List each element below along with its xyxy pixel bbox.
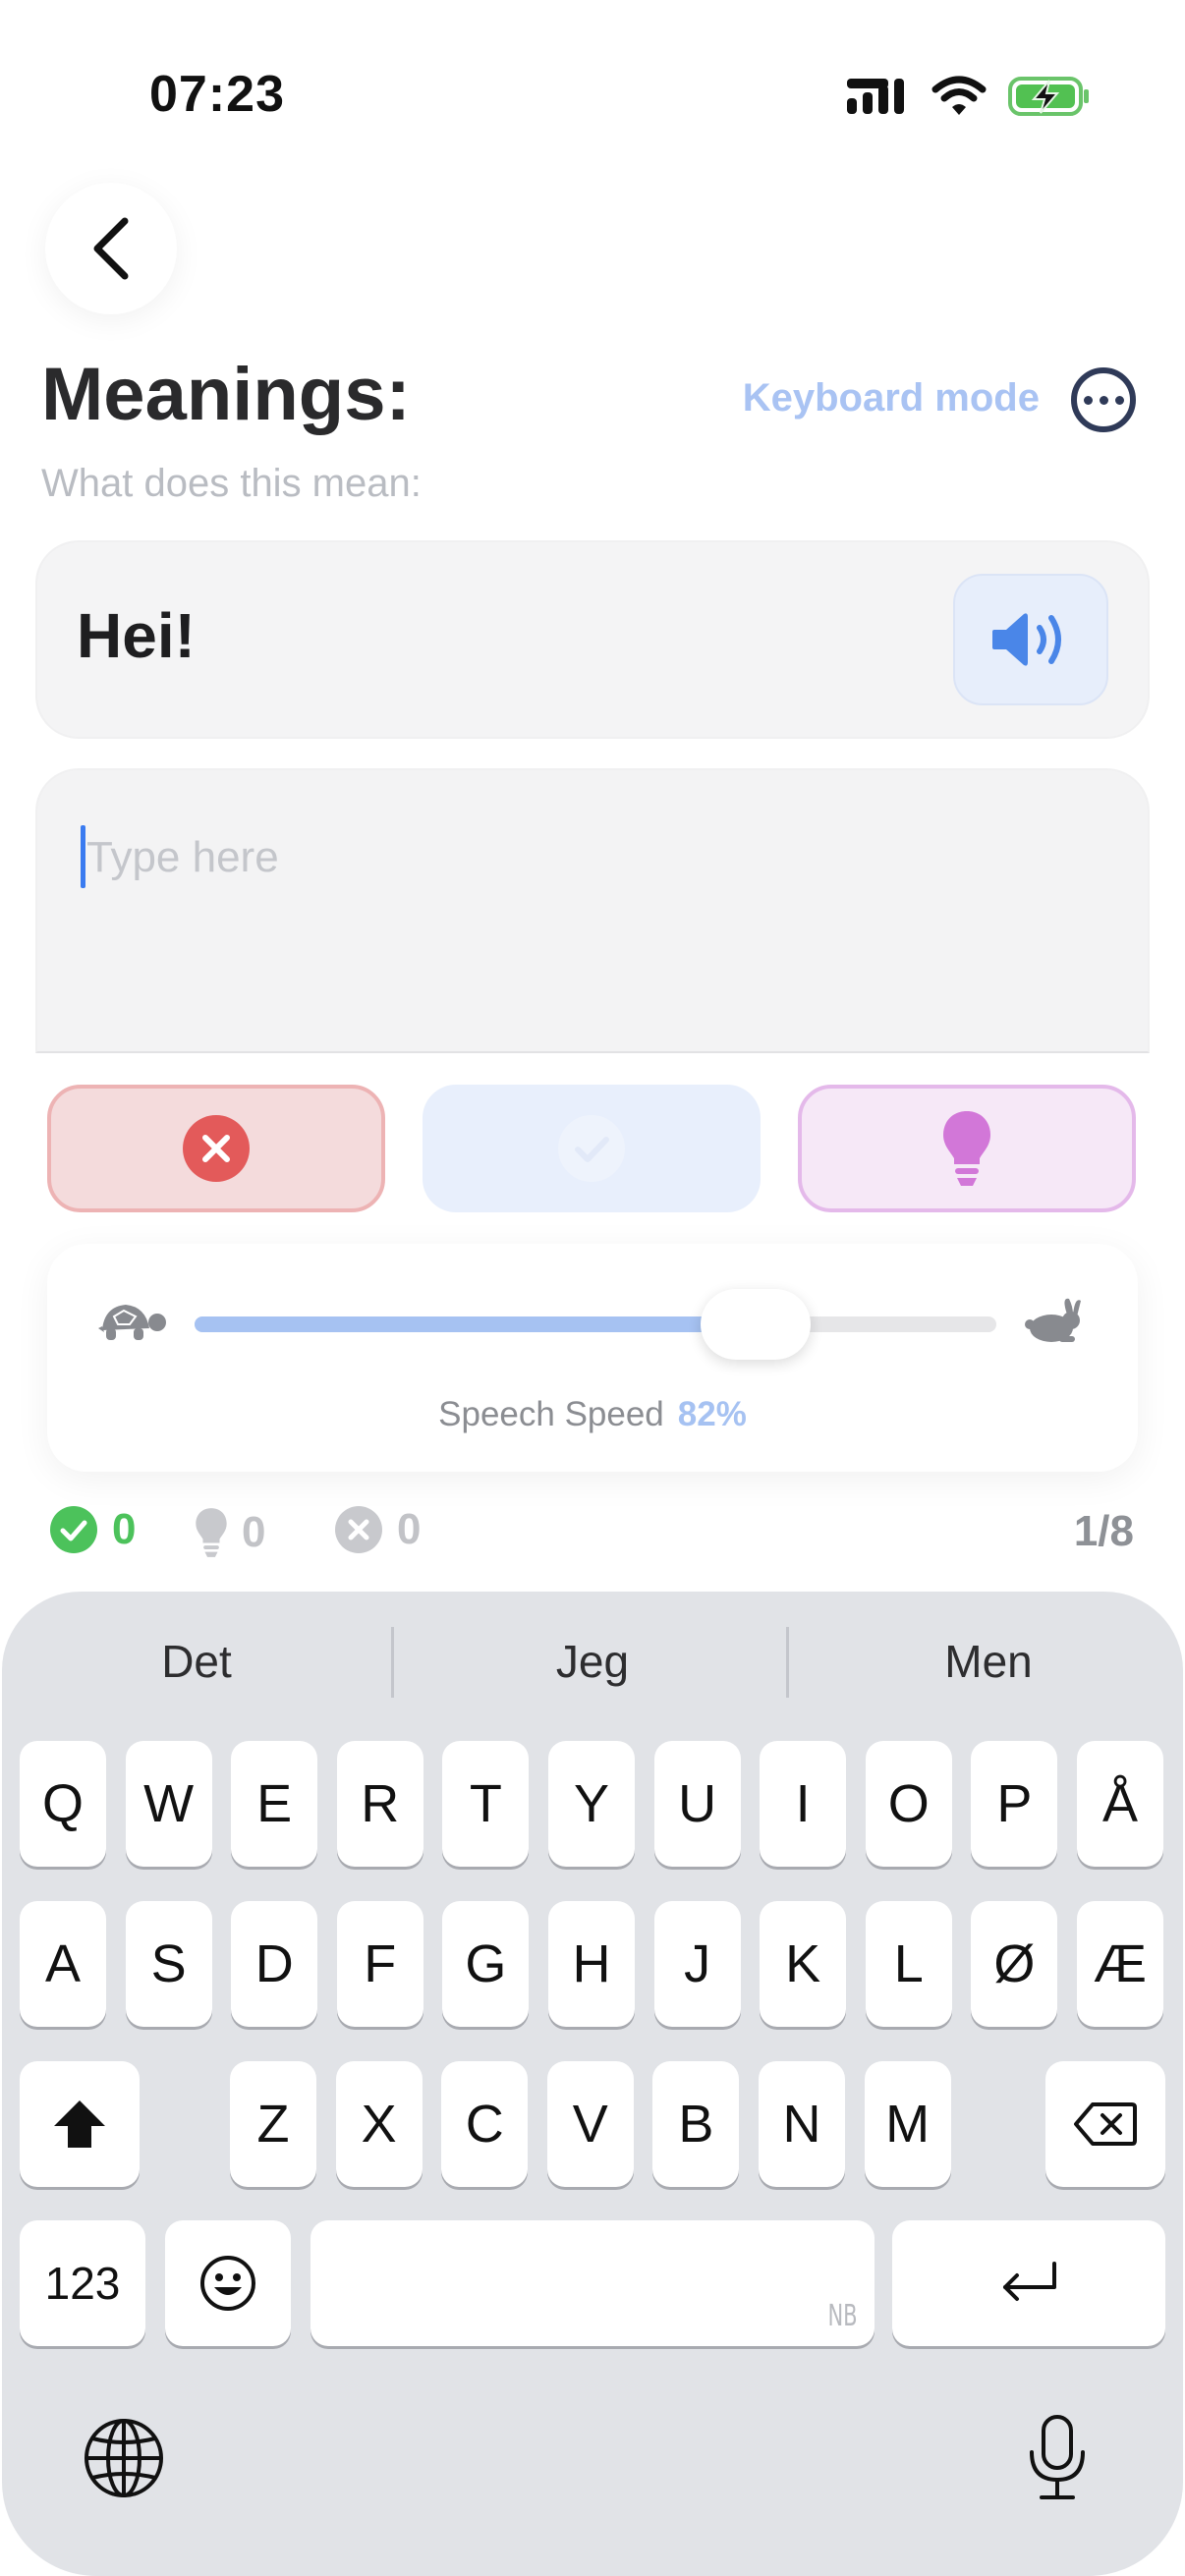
more-dot-icon xyxy=(1099,395,1108,405)
key-z[interactable]: Z xyxy=(230,2061,316,2187)
emoji-key[interactable] xyxy=(165,2220,291,2346)
wrong-count: 0 xyxy=(397,1505,422,1553)
more-dot-icon xyxy=(1114,395,1124,405)
speaker-icon xyxy=(992,613,1061,666)
key-w[interactable]: W xyxy=(125,1741,212,1867)
speech-speed-text: Speech Speed xyxy=(438,1395,664,1433)
key-b[interactable]: B xyxy=(652,2061,740,2187)
key-l[interactable]: L xyxy=(865,1901,952,2027)
answer-input[interactable] xyxy=(86,823,1108,892)
status-time: 07:23 xyxy=(149,66,285,123)
key-e[interactable]: E xyxy=(231,1741,318,1867)
x-circle-icon xyxy=(183,1115,250,1182)
chevron-left-icon xyxy=(93,217,129,280)
speech-speed-thumb[interactable] xyxy=(701,1289,812,1360)
check-circle-icon xyxy=(50,1506,97,1553)
speech-speed-percent: 82% xyxy=(677,1395,747,1433)
key-i[interactable]: I xyxy=(760,1741,847,1867)
microphone-icon[interactable] xyxy=(1026,2413,1089,2501)
emoji-icon xyxy=(200,2256,255,2311)
globe-icon[interactable] xyxy=(83,2417,165,2499)
backspace-key[interactable] xyxy=(1045,2061,1165,2187)
lightbulb-icon xyxy=(196,1508,227,1557)
correct-stat: 0 xyxy=(49,1505,136,1554)
more-options-button[interactable] xyxy=(1071,367,1136,432)
key-y[interactable]: Y xyxy=(548,1741,635,1867)
x-circle-icon xyxy=(335,1506,382,1553)
key-c[interactable]: C xyxy=(441,2061,529,2187)
wrong-stat: 0 xyxy=(334,1505,421,1554)
hint-button[interactable] xyxy=(798,1085,1136,1212)
suggestion-1[interactable]: Det xyxy=(0,1635,393,1688)
correct-count: 0 xyxy=(112,1505,137,1553)
key-f[interactable]: F xyxy=(336,1901,423,2027)
key-h[interactable]: H xyxy=(548,1901,635,2027)
key-ø[interactable]: Ø xyxy=(971,1901,1058,2027)
key-x[interactable]: X xyxy=(335,2061,423,2187)
space-key[interactable] xyxy=(310,2220,875,2346)
text-caret xyxy=(81,825,85,888)
backspace-icon xyxy=(1074,2102,1137,2146)
key-t[interactable]: T xyxy=(442,1741,530,1867)
space-language-label: NB xyxy=(827,2299,858,2333)
key-æ[interactable]: Æ xyxy=(1077,1901,1163,2027)
numbers-key[interactable]: 123 xyxy=(20,2220,145,2346)
give-up-button[interactable] xyxy=(47,1085,385,1212)
key-å[interactable]: Å xyxy=(1077,1741,1163,1867)
return-key[interactable] xyxy=(892,2220,1165,2346)
key-k[interactable]: K xyxy=(760,1901,847,2027)
key-q[interactable]: Q xyxy=(20,1741,106,1867)
prompt-word: Hei! xyxy=(77,600,196,671)
key-p[interactable]: P xyxy=(971,1741,1058,1867)
suggestion-2[interactable]: Jeg xyxy=(396,1635,789,1688)
page-title: Meanings: xyxy=(41,353,411,436)
speech-speed-label: Speech Speed 82% xyxy=(0,1395,1185,1434)
page-subtitle: What does this mean: xyxy=(41,462,422,505)
check-circle-icon xyxy=(558,1115,625,1182)
check-answer-button[interactable] xyxy=(423,1085,761,1212)
return-icon xyxy=(1003,2262,1056,2301)
key-r[interactable]: R xyxy=(336,1741,423,1867)
key-a[interactable]: A xyxy=(20,1901,106,2027)
key-v[interactable]: V xyxy=(546,2061,634,2187)
speech-speed-fill xyxy=(195,1316,757,1332)
key-n[interactable]: N xyxy=(759,2061,845,2187)
key-u[interactable]: U xyxy=(653,1741,741,1867)
turtle-icon xyxy=(98,1305,166,1340)
hints-stat: 0 xyxy=(195,1505,265,1560)
speech-speed-card xyxy=(47,1244,1138,1472)
suggestion-3[interactable]: Men xyxy=(792,1635,1185,1688)
shift-icon xyxy=(54,2100,105,2148)
suggestion-divider xyxy=(786,1627,789,1698)
progress-count: 1/8 xyxy=(1073,1507,1134,1555)
key-d[interactable]: D xyxy=(231,1901,318,2027)
key-m[interactable]: M xyxy=(864,2061,951,2187)
shift-key[interactable] xyxy=(20,2061,140,2187)
answer-box xyxy=(35,768,1150,1053)
play-audio-button[interactable] xyxy=(953,574,1108,705)
key-o[interactable]: O xyxy=(865,1741,952,1867)
rabbit-icon xyxy=(1025,1298,1081,1342)
status-icons xyxy=(847,69,1091,124)
back-button[interactable] xyxy=(45,183,177,314)
suggestion-divider xyxy=(391,1627,394,1698)
key-j[interactable]: J xyxy=(653,1901,741,2027)
key-g[interactable]: G xyxy=(442,1901,530,2027)
key-s[interactable]: S xyxy=(125,1901,212,2027)
battery-charging-icon xyxy=(1008,77,1089,116)
cellular-signal-icon xyxy=(847,79,904,114)
lightbulb-icon xyxy=(943,1111,990,1186)
wifi-icon xyxy=(931,76,987,115)
keyboard-mode-link[interactable]: Keyboard mode xyxy=(743,376,1040,420)
hints-count: 0 xyxy=(242,1508,266,1556)
more-dot-icon xyxy=(1083,395,1093,405)
